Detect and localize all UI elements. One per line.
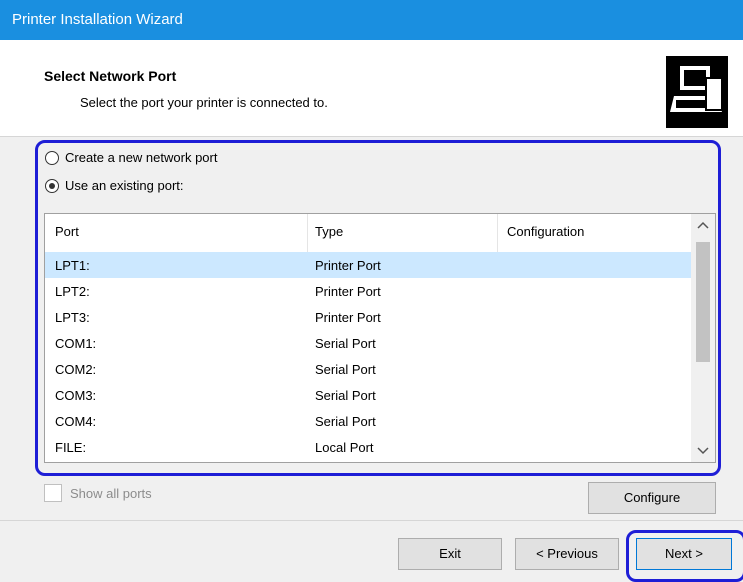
use-existing-port-option[interactable]: Use an existing port: xyxy=(45,178,184,193)
next-button[interactable]: Next > xyxy=(636,538,732,570)
chevron-down-icon[interactable] xyxy=(691,440,715,462)
previous-button[interactable]: < Previous xyxy=(515,538,619,570)
footer-divider xyxy=(0,520,743,521)
type-cell: Serial Port xyxy=(315,414,376,429)
configure-button[interactable]: Configure xyxy=(588,482,716,514)
column-divider[interactable] xyxy=(307,214,308,252)
type-cell: Serial Port xyxy=(315,362,376,377)
create-new-port-label: Create a new network port xyxy=(65,150,218,165)
chevron-up-icon[interactable] xyxy=(691,214,715,236)
port-cell: FILE: xyxy=(55,440,87,455)
port-cell: LPT3: xyxy=(55,310,90,325)
title-bar: Printer Installation Wizard xyxy=(0,0,743,40)
create-new-port-option[interactable]: Create a new network port xyxy=(45,150,217,165)
page-subtitle: Select the port your printer is connecte… xyxy=(80,95,328,110)
port-cell: LPT1: xyxy=(55,258,90,273)
port-list[interactable]: Port Type Configuration LPT1: Printer Po… xyxy=(44,213,716,463)
type-cell: Local Port xyxy=(315,440,374,455)
create-new-port-radio[interactable] xyxy=(45,150,59,165)
column-header-port[interactable]: Port xyxy=(55,224,79,239)
port-row-lpt1[interactable]: LPT1: Printer Port xyxy=(45,252,691,278)
column-divider[interactable] xyxy=(497,214,498,252)
show-all-ports-checkbox[interactable] xyxy=(44,484,62,502)
use-existing-port-radio[interactable] xyxy=(45,178,59,193)
column-header-configuration[interactable]: Configuration xyxy=(507,224,584,239)
port-cell: COM1: xyxy=(55,336,97,351)
type-cell: Printer Port xyxy=(315,310,381,325)
show-all-ports-label: Show all ports xyxy=(70,485,152,501)
port-row-lpt3[interactable]: LPT3: Printer Port xyxy=(45,304,691,330)
wizard-window: Printer Installation Wizard Select Netwo… xyxy=(0,0,743,582)
type-cell: Serial Port xyxy=(315,388,376,403)
port-cell: LPT2: xyxy=(55,284,90,299)
port-cell: COM2: xyxy=(55,362,97,377)
port-list-scrollbar[interactable] xyxy=(691,214,715,462)
port-cell: COM3: xyxy=(55,388,97,403)
port-list-header: Port Type Configuration xyxy=(45,214,691,253)
port-row-com3[interactable]: COM3: Serial Port xyxy=(45,382,691,408)
show-all-ports-option[interactable]: Show all ports xyxy=(44,484,152,502)
type-cell: Printer Port xyxy=(315,284,381,299)
port-row-lpt2[interactable]: LPT2: Printer Port xyxy=(45,278,691,304)
column-header-type[interactable]: Type xyxy=(315,224,343,239)
port-row-com1[interactable]: COM1: Serial Port xyxy=(45,330,691,356)
window-title: Printer Installation Wizard xyxy=(12,11,183,28)
type-cell: Printer Port xyxy=(315,258,381,273)
page-title: Select Network Port xyxy=(44,68,177,84)
wizard-header: Select Network Port Select the port your… xyxy=(0,40,743,137)
port-row-com2[interactable]: COM2: Serial Port xyxy=(45,356,691,382)
scrollbar-thumb[interactable] xyxy=(696,242,710,362)
port-cell: COM4: xyxy=(55,414,97,429)
port-row-com4[interactable]: COM4: Serial Port xyxy=(45,408,691,434)
computer-printer-icon xyxy=(666,56,728,128)
exit-button[interactable]: Exit xyxy=(398,538,502,570)
port-row-file[interactable]: FILE: Local Port xyxy=(45,434,691,460)
type-cell: Serial Port xyxy=(315,336,376,351)
use-existing-port-label: Use an existing port: xyxy=(65,178,184,193)
